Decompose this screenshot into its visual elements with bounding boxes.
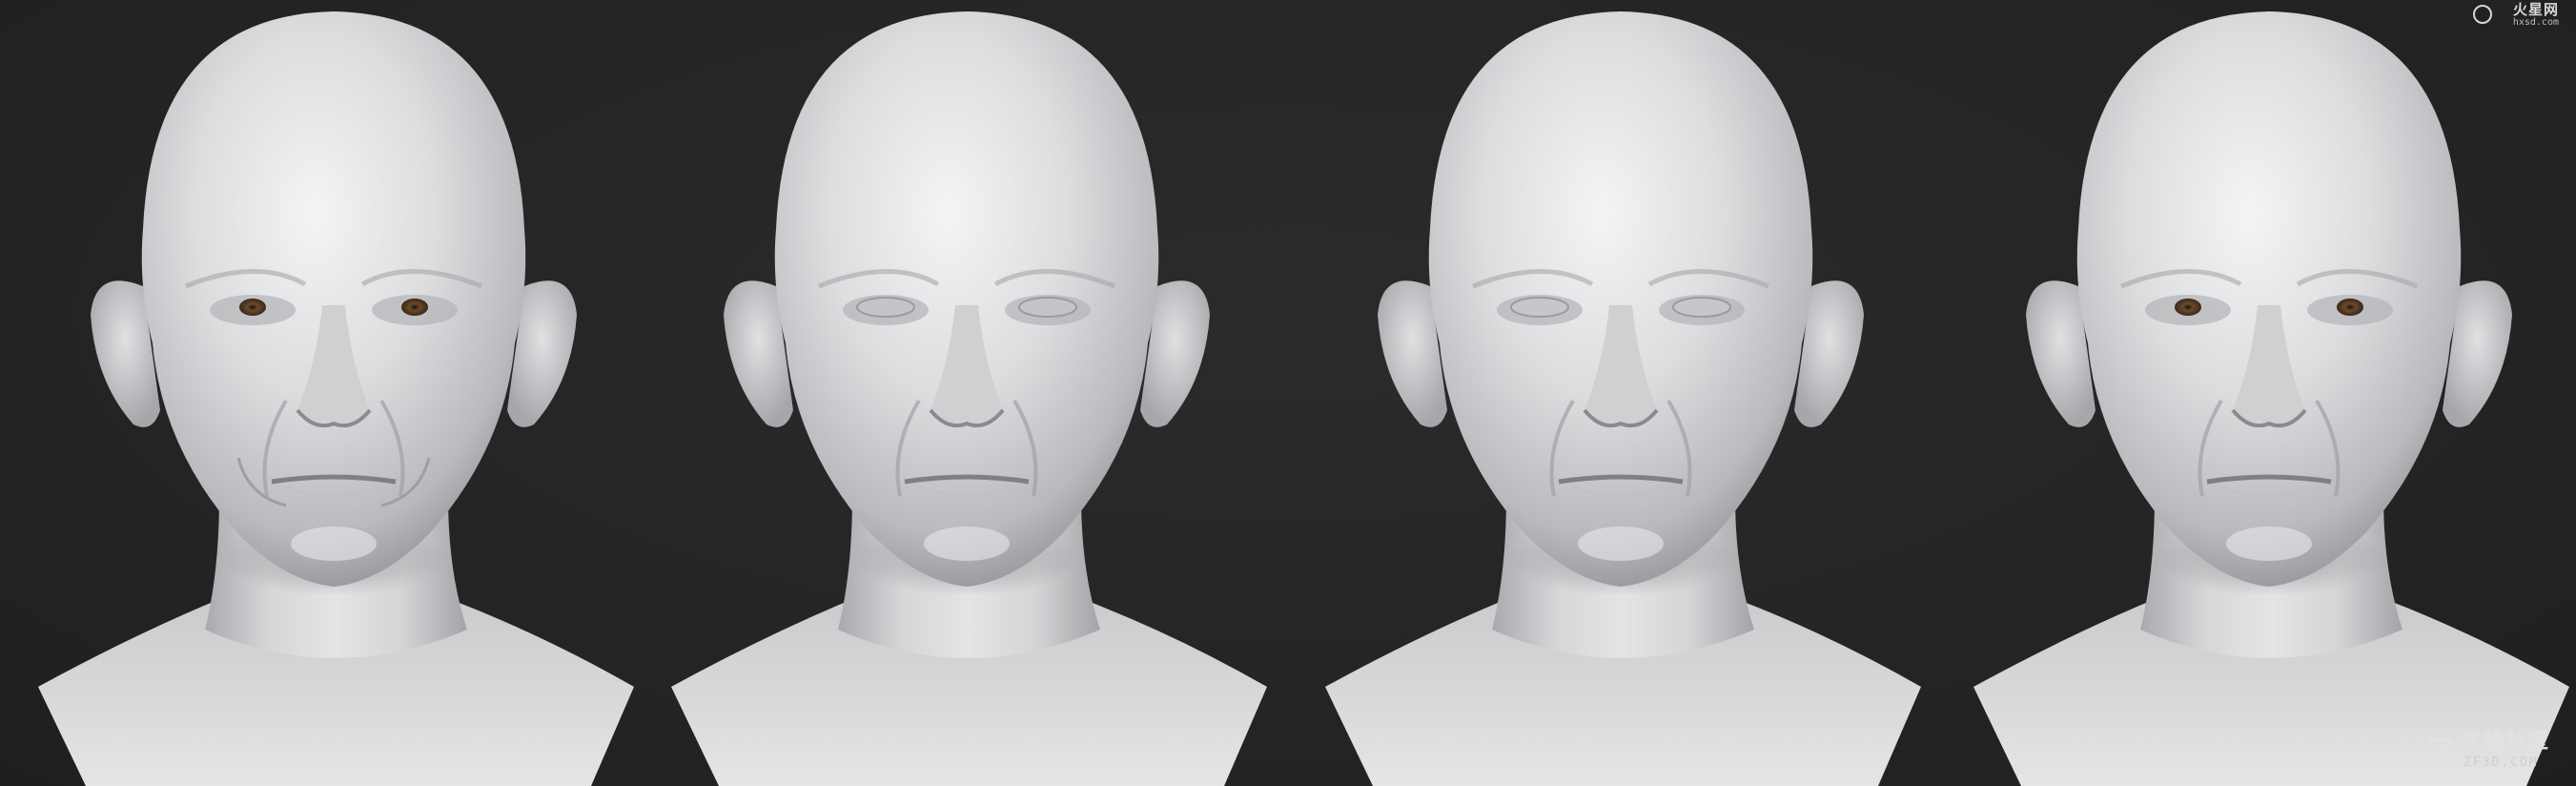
head-sculpt-2: [633, 0, 1300, 786]
head-sculpt-1: [0, 0, 667, 786]
right-iris-1: [401, 299, 428, 316]
render-canvas: 火星网 hxsd.com 朱峰社区 ZF3D.COM: [0, 0, 2576, 786]
right-iris-4: [2337, 299, 2363, 316]
watermark-zf3d-url: ZF3D.COM: [2464, 755, 2539, 770]
watermark-hxsd: 火星网 hxsd.com: [2473, 2, 2559, 31]
hxsd-logo-icon: [2473, 5, 2492, 24]
watermark-zf3d-title: 朱峰社区: [2462, 730, 2550, 754]
left-iris-4: [2175, 299, 2201, 316]
zf3d-logo-icon: [2429, 737, 2455, 762]
left-iris-1: [239, 299, 266, 316]
head-sculpt-3: [1287, 0, 1954, 786]
watermark-zf3d: 朱峰社区 ZF3D.COM: [2423, 731, 2566, 773]
head-sculpt-4: [1935, 0, 2576, 786]
